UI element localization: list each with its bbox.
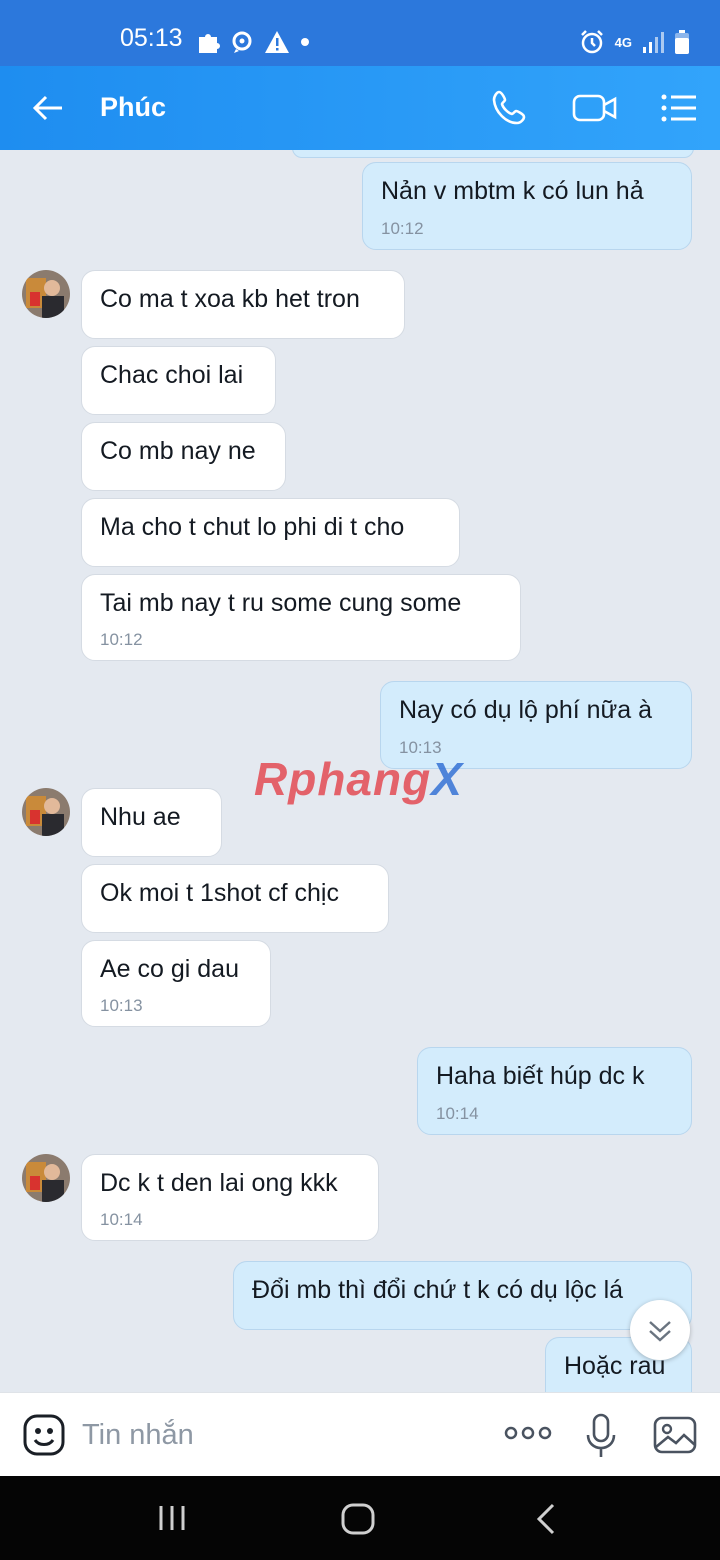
message-bubble-incoming[interactable]: Co ma t xoa kb het tron [81, 270, 405, 339]
message-text: Đổi mb thì đổi chứ t k có dụ lộc lá [252, 1276, 624, 1304]
more-notifications-dot-icon [301, 38, 309, 46]
message-time: 10:13 [100, 996, 143, 1015]
more-dots-icon[interactable] [504, 1423, 552, 1443]
chat-header: Phúc [0, 66, 720, 150]
message-text: Chac choi lai [100, 361, 244, 389]
message-bubble-outgoing[interactable]: Nản v mbtm k có lun hả 10:12 [362, 162, 692, 250]
warning-notification-icon [265, 31, 289, 53]
message-bubble-incoming[interactable]: Tai mb nay t ru some cung some 10:12 [81, 574, 521, 661]
message-text: Ok moi t 1shot cf chịc [100, 879, 339, 907]
message-bubble-incoming[interactable]: Ae co gi dau 10:13 [81, 940, 271, 1027]
message-time: 10:12 [100, 630, 143, 649]
signal-icon [643, 32, 664, 53]
message-text: Haha biết húp dc k [436, 1062, 645, 1090]
phone-icon[interactable] [490, 88, 530, 128]
message-bubble-incoming[interactable]: Ma cho t chut lo phi di t cho [81, 498, 460, 567]
system-navigation-bar [0, 1476, 720, 1560]
alarm-icon [580, 30, 603, 54]
message-composer: Tin nhắn [0, 1392, 720, 1477]
double-chevron-down-icon [649, 1321, 671, 1342]
message-text: Nản v mbtm k có lun hả [381, 177, 644, 205]
battery-icon [675, 30, 689, 54]
message-input[interactable]: Tin nhắn [82, 1419, 194, 1452]
chat-notification-icon [232, 31, 252, 53]
video-call-icon[interactable] [572, 88, 618, 128]
avatar[interactable] [22, 788, 70, 836]
message-time: 10:14 [100, 1210, 143, 1229]
message-text: Nhu ae [100, 803, 181, 831]
image-icon[interactable] [652, 1413, 698, 1457]
message-text: Nay có dụ lộ phí nữa à [399, 696, 653, 724]
avatar[interactable] [22, 1154, 70, 1202]
message-text: Dc k t den lai ong kkk [100, 1169, 338, 1197]
message-bubble-outgoing[interactable]: Đổi mb thì đổi chứ t k có dụ lộc lá [233, 1261, 692, 1330]
message-bubble-incoming[interactable]: Chac choi lai [81, 346, 276, 415]
message-text: Ae co gi dau [100, 955, 239, 983]
back-icon[interactable] [534, 1502, 558, 1536]
watermark-logo: RphangX [254, 753, 463, 805]
status-bar: 05:13 4G [0, 0, 720, 66]
message-text: Co ma t xoa kb het tron [100, 285, 360, 313]
avatar[interactable] [22, 270, 70, 318]
message-bubble-incoming[interactable]: Ok moi t 1shot cf chịc [81, 864, 389, 933]
message-time: 10:14 [436, 1104, 479, 1123]
microphone-icon[interactable] [584, 1413, 618, 1459]
message-text: Ma cho t chut lo phi di t cho [100, 513, 405, 541]
puzzle-notification-icon [199, 34, 220, 53]
message-bubble-incoming[interactable]: Co mb nay ne [81, 422, 286, 491]
status-time: 05:13 [120, 24, 183, 52]
back-arrow-icon[interactable] [30, 90, 66, 126]
message-text: Co mb nay ne [100, 437, 256, 465]
emoji-icon[interactable] [22, 1413, 66, 1457]
menu-list-icon[interactable] [658, 88, 698, 128]
message-bubble-incoming[interactable]: Nhu ae [81, 788, 222, 857]
message-text: Tai mb nay t ru some cung some [100, 589, 462, 617]
message-time: 10:12 [381, 219, 424, 238]
network-type-label: 4G [614, 34, 632, 50]
home-icon[interactable] [340, 1502, 376, 1536]
message-bubble-partial [292, 150, 694, 158]
contact-name[interactable]: Phúc [100, 92, 166, 123]
scroll-to-bottom-button[interactable] [630, 1300, 690, 1360]
message-bubble-incoming[interactable]: Dc k t den lai ong kkk 10:14 [81, 1154, 379, 1241]
message-bubble-outgoing[interactable]: Haha biết húp dc k 10:14 [417, 1047, 692, 1135]
recent-apps-icon[interactable] [156, 1502, 188, 1534]
